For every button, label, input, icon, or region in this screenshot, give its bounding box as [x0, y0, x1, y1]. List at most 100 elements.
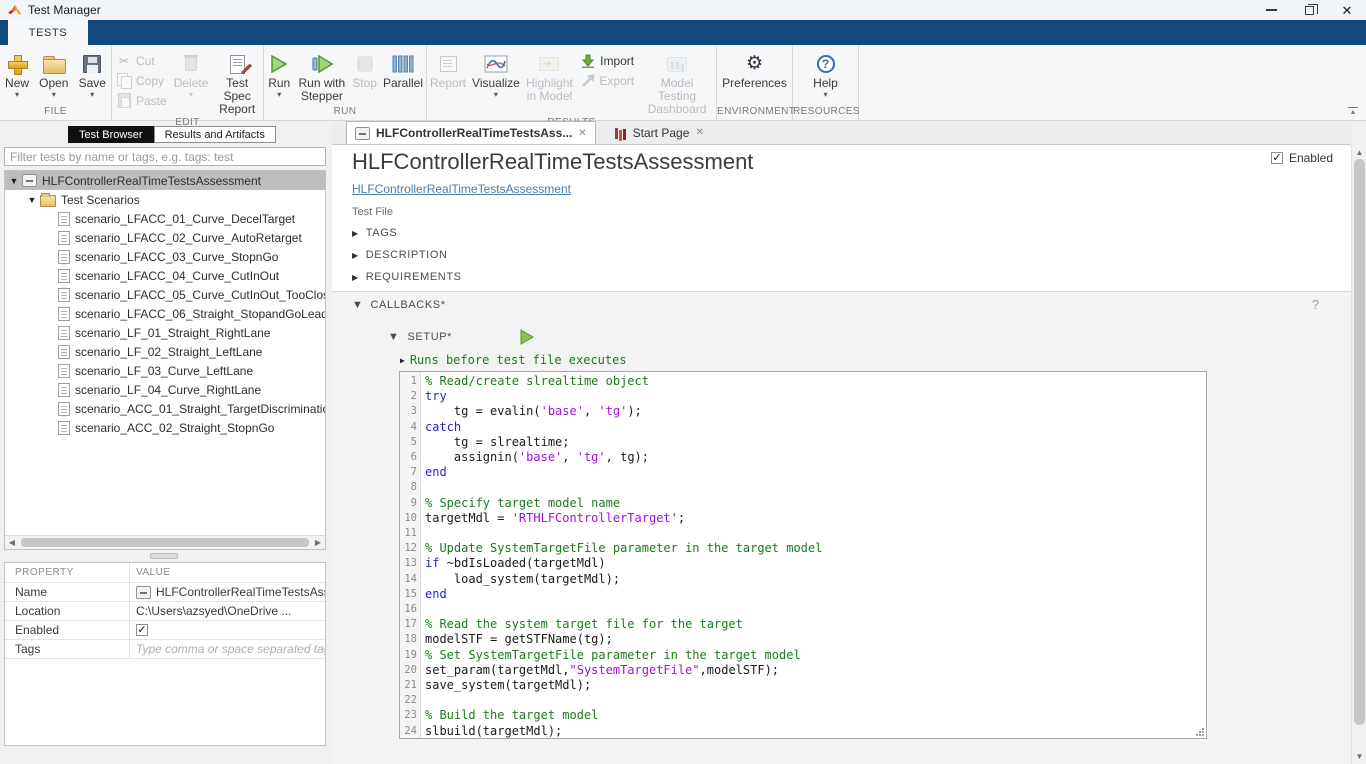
new-button[interactable]: New▾ [2, 50, 32, 100]
tab-start-page[interactable]: Start Page ✕ [606, 121, 712, 144]
tree-item-scenario[interactable]: scenario_LFACC_02_Curve_AutoRetarget [5, 228, 325, 247]
scroll-down-icon[interactable]: ▼ [1352, 752, 1366, 761]
tree-item-scenario[interactable]: scenario_LF_03_Curve_LeftLane [5, 361, 325, 380]
tree-item-label: scenario_LFACC_05_Curve_CutInOut_TooClos… [75, 288, 325, 302]
collapse-arrow-icon: ▲ [1346, 109, 1360, 116]
enabled-checkbox[interactable]: ✓ [1271, 152, 1283, 164]
model-testing-dashboard-button[interactable]: Model Testing Dashboard [638, 50, 716, 117]
restore-button[interactable] [1290, 0, 1328, 20]
close-tab-icon[interactable]: ✕ [578, 128, 586, 139]
test-spec-report-button[interactable]: Test Spec Report [211, 50, 263, 117]
panel-splitter-handle[interactable] [150, 553, 178, 559]
tab-test-browser[interactable]: Test Browser [68, 126, 154, 143]
expander-icon[interactable]: ▼ [9, 176, 19, 186]
enabled-checkbox[interactable]: ✓ [136, 624, 148, 636]
save-button[interactable]: Save▾ [76, 50, 109, 100]
test-file-link[interactable]: HLFControllerRealTimeTestsAssessment [352, 182, 571, 196]
code-line: % Update SystemTargetFile parameter in t… [425, 541, 1206, 556]
close-button[interactable]: ✕ [1328, 0, 1366, 20]
paste-button[interactable]: Paste [116, 92, 167, 109]
scroll-left-icon[interactable]: ◀ [5, 538, 19, 547]
tab-results-and-artifacts[interactable]: Results and Artifacts [154, 126, 276, 143]
tree-item-scenario[interactable]: scenario_LF_04_Curve_RightLane [5, 380, 325, 399]
tab-tests[interactable]: TESTS [8, 20, 88, 45]
delete-button[interactable]: Delete▾ [171, 50, 212, 100]
chevron-down-icon: ▾ [90, 91, 94, 99]
filter-tests-input[interactable] [4, 147, 326, 166]
code-line: end [425, 587, 1206, 602]
line-number: 3 [400, 404, 417, 419]
expander-icon[interactable]: ▼ [27, 195, 37, 205]
main-vertical-scrollbar[interactable]: ▲ ▼ [1351, 145, 1366, 764]
preferences-button[interactable]: ⚙ Preferences [719, 50, 790, 91]
section-tags[interactable]: ▶ TAGS [352, 227, 397, 239]
line-number: 12 [400, 541, 417, 556]
highlight-in-model-button[interactable]: Highlight in Model [523, 50, 576, 104]
copy-button[interactable]: Copy [116, 72, 167, 89]
code-area[interactable]: % Read/create slrealtime objecttry tg = … [421, 372, 1206, 738]
setup-header[interactable]: ▼ SETUP* [388, 329, 534, 345]
folder-icon [40, 195, 56, 207]
import-button[interactable]: Import [580, 52, 634, 69]
test-browser-tree: ▼HLFControllerRealTimeTestsAssessment▼Te… [4, 170, 326, 550]
export-button[interactable]: Export [580, 72, 634, 89]
visualize-button[interactable]: Visualize▾ [469, 50, 523, 100]
cut-button[interactable]: ✂Cut [116, 52, 167, 69]
tags-input[interactable]: Type comma or space separated tags [130, 640, 325, 658]
group-environment: ⚙ Preferences ENVIRONMENT [717, 45, 793, 121]
section-requirements[interactable]: ▶ REQUIREMENTS [352, 271, 462, 283]
title-bar: Test Manager ✕ [0, 0, 1366, 20]
code-line: % Read the system target file for the ta… [425, 617, 1206, 632]
line-number: 13 [400, 556, 417, 571]
run-setup-icon[interactable] [520, 329, 534, 345]
code-line: assignin('base', 'tg', tg); [425, 450, 1206, 465]
setup-hint[interactable]: ▶ Runs before test file executes [400, 353, 627, 367]
tree-item-scenario[interactable]: scenario_LFACC_01_Curve_DecelTarget [5, 209, 325, 228]
minimize-button[interactable] [1252, 0, 1290, 20]
tree-item-scenario[interactable]: scenario_LFACC_04_Curve_CutInOut [5, 266, 325, 285]
section-description[interactable]: ▶ DESCRIPTION [352, 249, 448, 261]
chevron-down-icon: ▾ [277, 91, 281, 99]
parallel-bars-icon [392, 54, 414, 74]
tree-item-folder[interactable]: ▼Test Scenarios [5, 190, 325, 209]
setup-code-editor[interactable]: 123456789101112131415161718192021222324 … [399, 371, 1207, 739]
tree-item-label: scenario_ACC_02_Straight_StopnGo [75, 421, 274, 435]
ribbon-tab-band: TESTS [0, 20, 1366, 45]
close-tab-icon[interactable]: ✕ [695, 127, 703, 138]
tree-item-scenario[interactable]: scenario_LF_01_Straight_RightLane [5, 323, 325, 342]
tree-item-scenario[interactable]: scenario_LFACC_05_Curve_CutInOut_TooClos… [5, 285, 325, 304]
help-button[interactable]: ? Help▾ [810, 50, 841, 100]
callbacks-header[interactable]: ▼ CALLBACKS* [352, 299, 446, 311]
help-icon[interactable]: ? [1312, 297, 1319, 312]
open-button[interactable]: Open▾ [36, 50, 71, 100]
tree-item-scenario[interactable]: scenario_ACC_01_Straight_TargetDiscrimin… [5, 399, 325, 418]
code-line: % Specify target model name [425, 496, 1206, 511]
test-manager-window: Test Manager ✕ TESTS New▾ Open▾ [0, 0, 1366, 764]
run-button[interactable]: Run▾ [264, 50, 294, 100]
tree-item-scenario[interactable]: scenario_LF_02_Straight_LeftLane [5, 342, 325, 361]
document-icon [58, 212, 70, 226]
tree-item-scenario[interactable]: scenario_LFACC_03_Curve_StopnGo [5, 247, 325, 266]
scrollbar-thumb[interactable] [1354, 159, 1365, 725]
run-stepper-icon [311, 54, 333, 74]
document-icon [58, 345, 70, 359]
stop-button[interactable]: Stop [349, 50, 380, 91]
chevron-down-icon: ▾ [494, 91, 498, 99]
tree-item-scenario[interactable]: scenario_ACC_02_Straight_StopnGo [5, 418, 325, 437]
tab-test-file[interactable]: HLFControllerRealTimeTestsAss... ✕ [346, 121, 596, 144]
scroll-right-icon[interactable]: ▶ [311, 538, 325, 547]
parallel-button[interactable]: Parallel [380, 50, 426, 91]
chevron-down-icon: ▼ [388, 331, 400, 343]
code-line: end [425, 465, 1206, 480]
scrollbar-thumb[interactable] [21, 538, 309, 547]
collapse-ribbon-button[interactable]: ▲ [1346, 107, 1360, 119]
editor-resize-grip[interactable] [1195, 727, 1204, 736]
tree-item-scenario[interactable]: scenario_LFACC_06_Straight_StopandGoLead… [5, 304, 325, 323]
tree-horizontal-scrollbar[interactable]: ◀ ▶ [5, 535, 325, 549]
scroll-up-icon[interactable]: ▲ [1352, 148, 1366, 157]
run-with-stepper-button[interactable]: Run with Stepper [294, 50, 349, 104]
tree-item-root[interactable]: ▼HLFControllerRealTimeTestsAssessment [5, 171, 325, 190]
tree-item-label: scenario_LF_04_Curve_RightLane [75, 383, 261, 397]
report-button[interactable]: Report [427, 50, 469, 91]
report-icon [440, 56, 457, 72]
